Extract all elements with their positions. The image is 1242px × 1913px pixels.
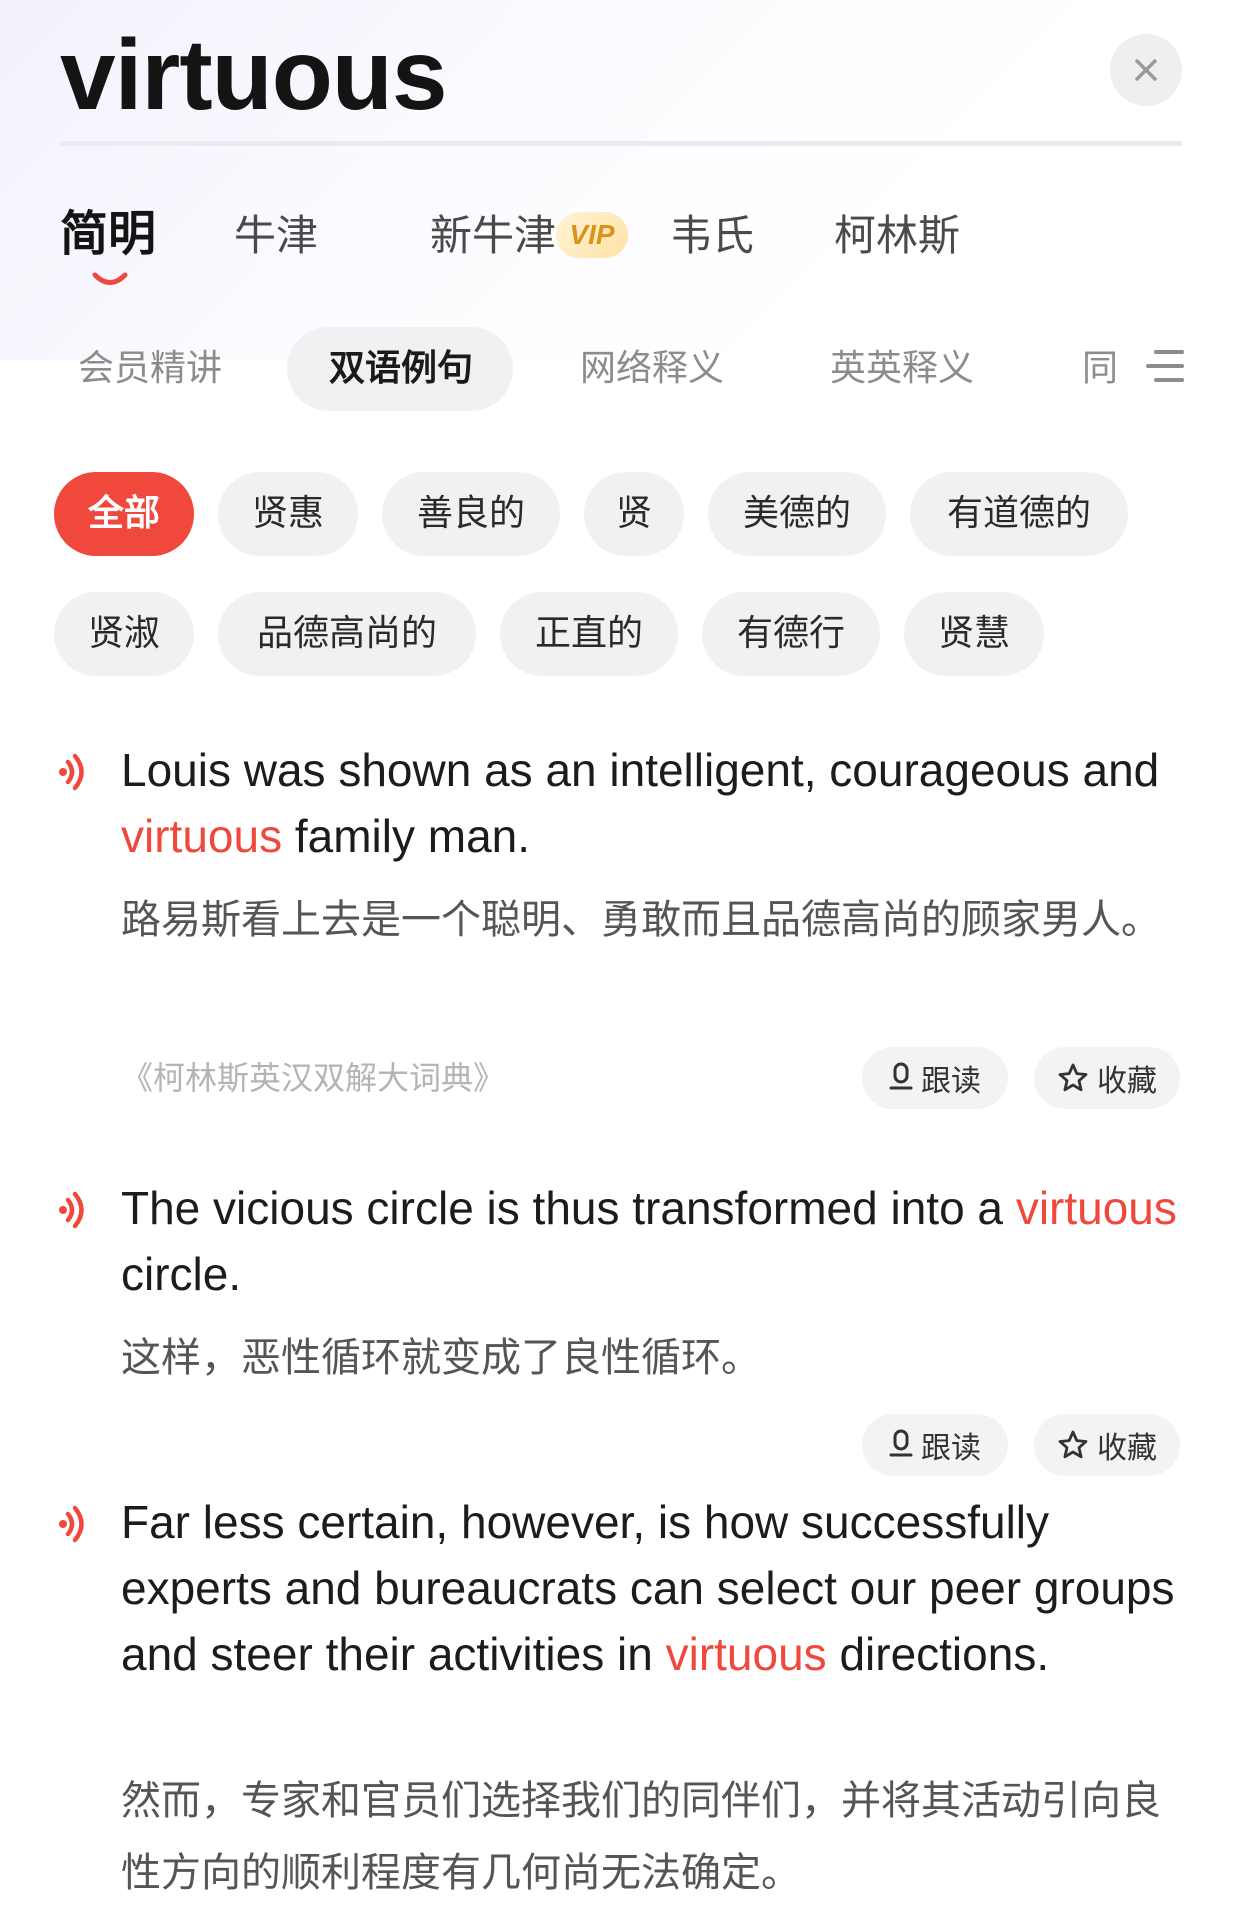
vip-badge: VIP [556, 212, 628, 258]
tab-collins[interactable]: 柯林斯 [834, 208, 960, 264]
example-sentence-en: Louis was shown as an intelligent, coura… [121, 744, 1160, 862]
example-sentence-zh: 然而，专家和官员们选择我们的同伴们，并将其活动引向良性方向的顺利程度有几何尚无法… [121, 1778, 1161, 1896]
speaker-icon[interactable] [58, 752, 88, 792]
close-button[interactable] [1110, 34, 1182, 106]
example-source: 《柯林斯英汉双解大词典》 [121, 1059, 506, 1097]
section-tab-web-definitions[interactable]: 网络释义 [580, 344, 724, 394]
headword-title: virtuous [60, 19, 447, 131]
star-icon [1058, 1063, 1088, 1092]
menu-icon[interactable] [1146, 346, 1184, 386]
tab-jianming[interactable]: 简明 [60, 206, 156, 262]
highlighted-headword: virtuous [665, 1628, 827, 1680]
example-sentence-en: Far less certain, however, is how succes… [121, 1496, 1175, 1680]
section-tab-english-definitions[interactable]: 英英释义 [830, 344, 974, 394]
section-tab-bilingual-examples[interactable]: 双语例句 [287, 327, 513, 411]
highlighted-headword: virtuous [1015, 1182, 1177, 1234]
filter-chip[interactable]: 正直的 [500, 592, 678, 676]
filter-chip[interactable]: 善良的 [382, 472, 560, 556]
favorite-button[interactable]: 收藏 [1034, 1414, 1180, 1476]
follow-read-button[interactable]: 跟读 [862, 1047, 1008, 1109]
active-tab-indicator [92, 272, 128, 285]
example-sentence-zh: 路易斯看上去是一个聪明、勇敢而且品德高尚的顾家男人。 [121, 897, 1161, 943]
filter-chip-all[interactable]: 全部 [54, 472, 194, 556]
microphone-icon [889, 1062, 913, 1090]
example-sentence-en: The vicious circle is thus transformed i… [121, 1182, 1177, 1300]
section-tab-synonyms[interactable]: 同 [1082, 344, 1118, 394]
close-icon [1135, 59, 1157, 81]
highlighted-headword: virtuous [121, 810, 283, 862]
header-divider [60, 141, 1182, 146]
example-sentence-zh: 这样，恶性循环就变成了良性循环。 [121, 1335, 761, 1381]
follow-read-button[interactable]: 跟读 [862, 1414, 1008, 1476]
filter-chip[interactable]: 贤淑 [54, 592, 194, 676]
tab-oxford[interactable]: 牛津 [234, 208, 318, 264]
favorite-button[interactable]: 收藏 [1034, 1047, 1180, 1109]
microphone-icon [889, 1429, 913, 1457]
tab-new-oxford[interactable]: 新牛津 [430, 208, 556, 264]
filter-chip[interactable]: 有德行 [702, 592, 880, 676]
speaker-icon[interactable] [58, 1190, 88, 1230]
filter-chip[interactable]: 贤 [584, 472, 684, 556]
filter-chip[interactable]: 贤慧 [904, 592, 1044, 676]
filter-chip[interactable]: 有道德的 [910, 472, 1128, 556]
section-tab-member-lecture[interactable]: 会员精讲 [78, 344, 222, 394]
filter-chip[interactable]: 贤惠 [218, 472, 358, 556]
speaker-icon[interactable] [58, 1504, 88, 1544]
filter-chip[interactable]: 美德的 [708, 472, 886, 556]
star-icon [1058, 1430, 1088, 1459]
tab-webster[interactable]: 韦氏 [670, 208, 754, 264]
filter-chip[interactable]: 品德高尚的 [218, 592, 476, 676]
